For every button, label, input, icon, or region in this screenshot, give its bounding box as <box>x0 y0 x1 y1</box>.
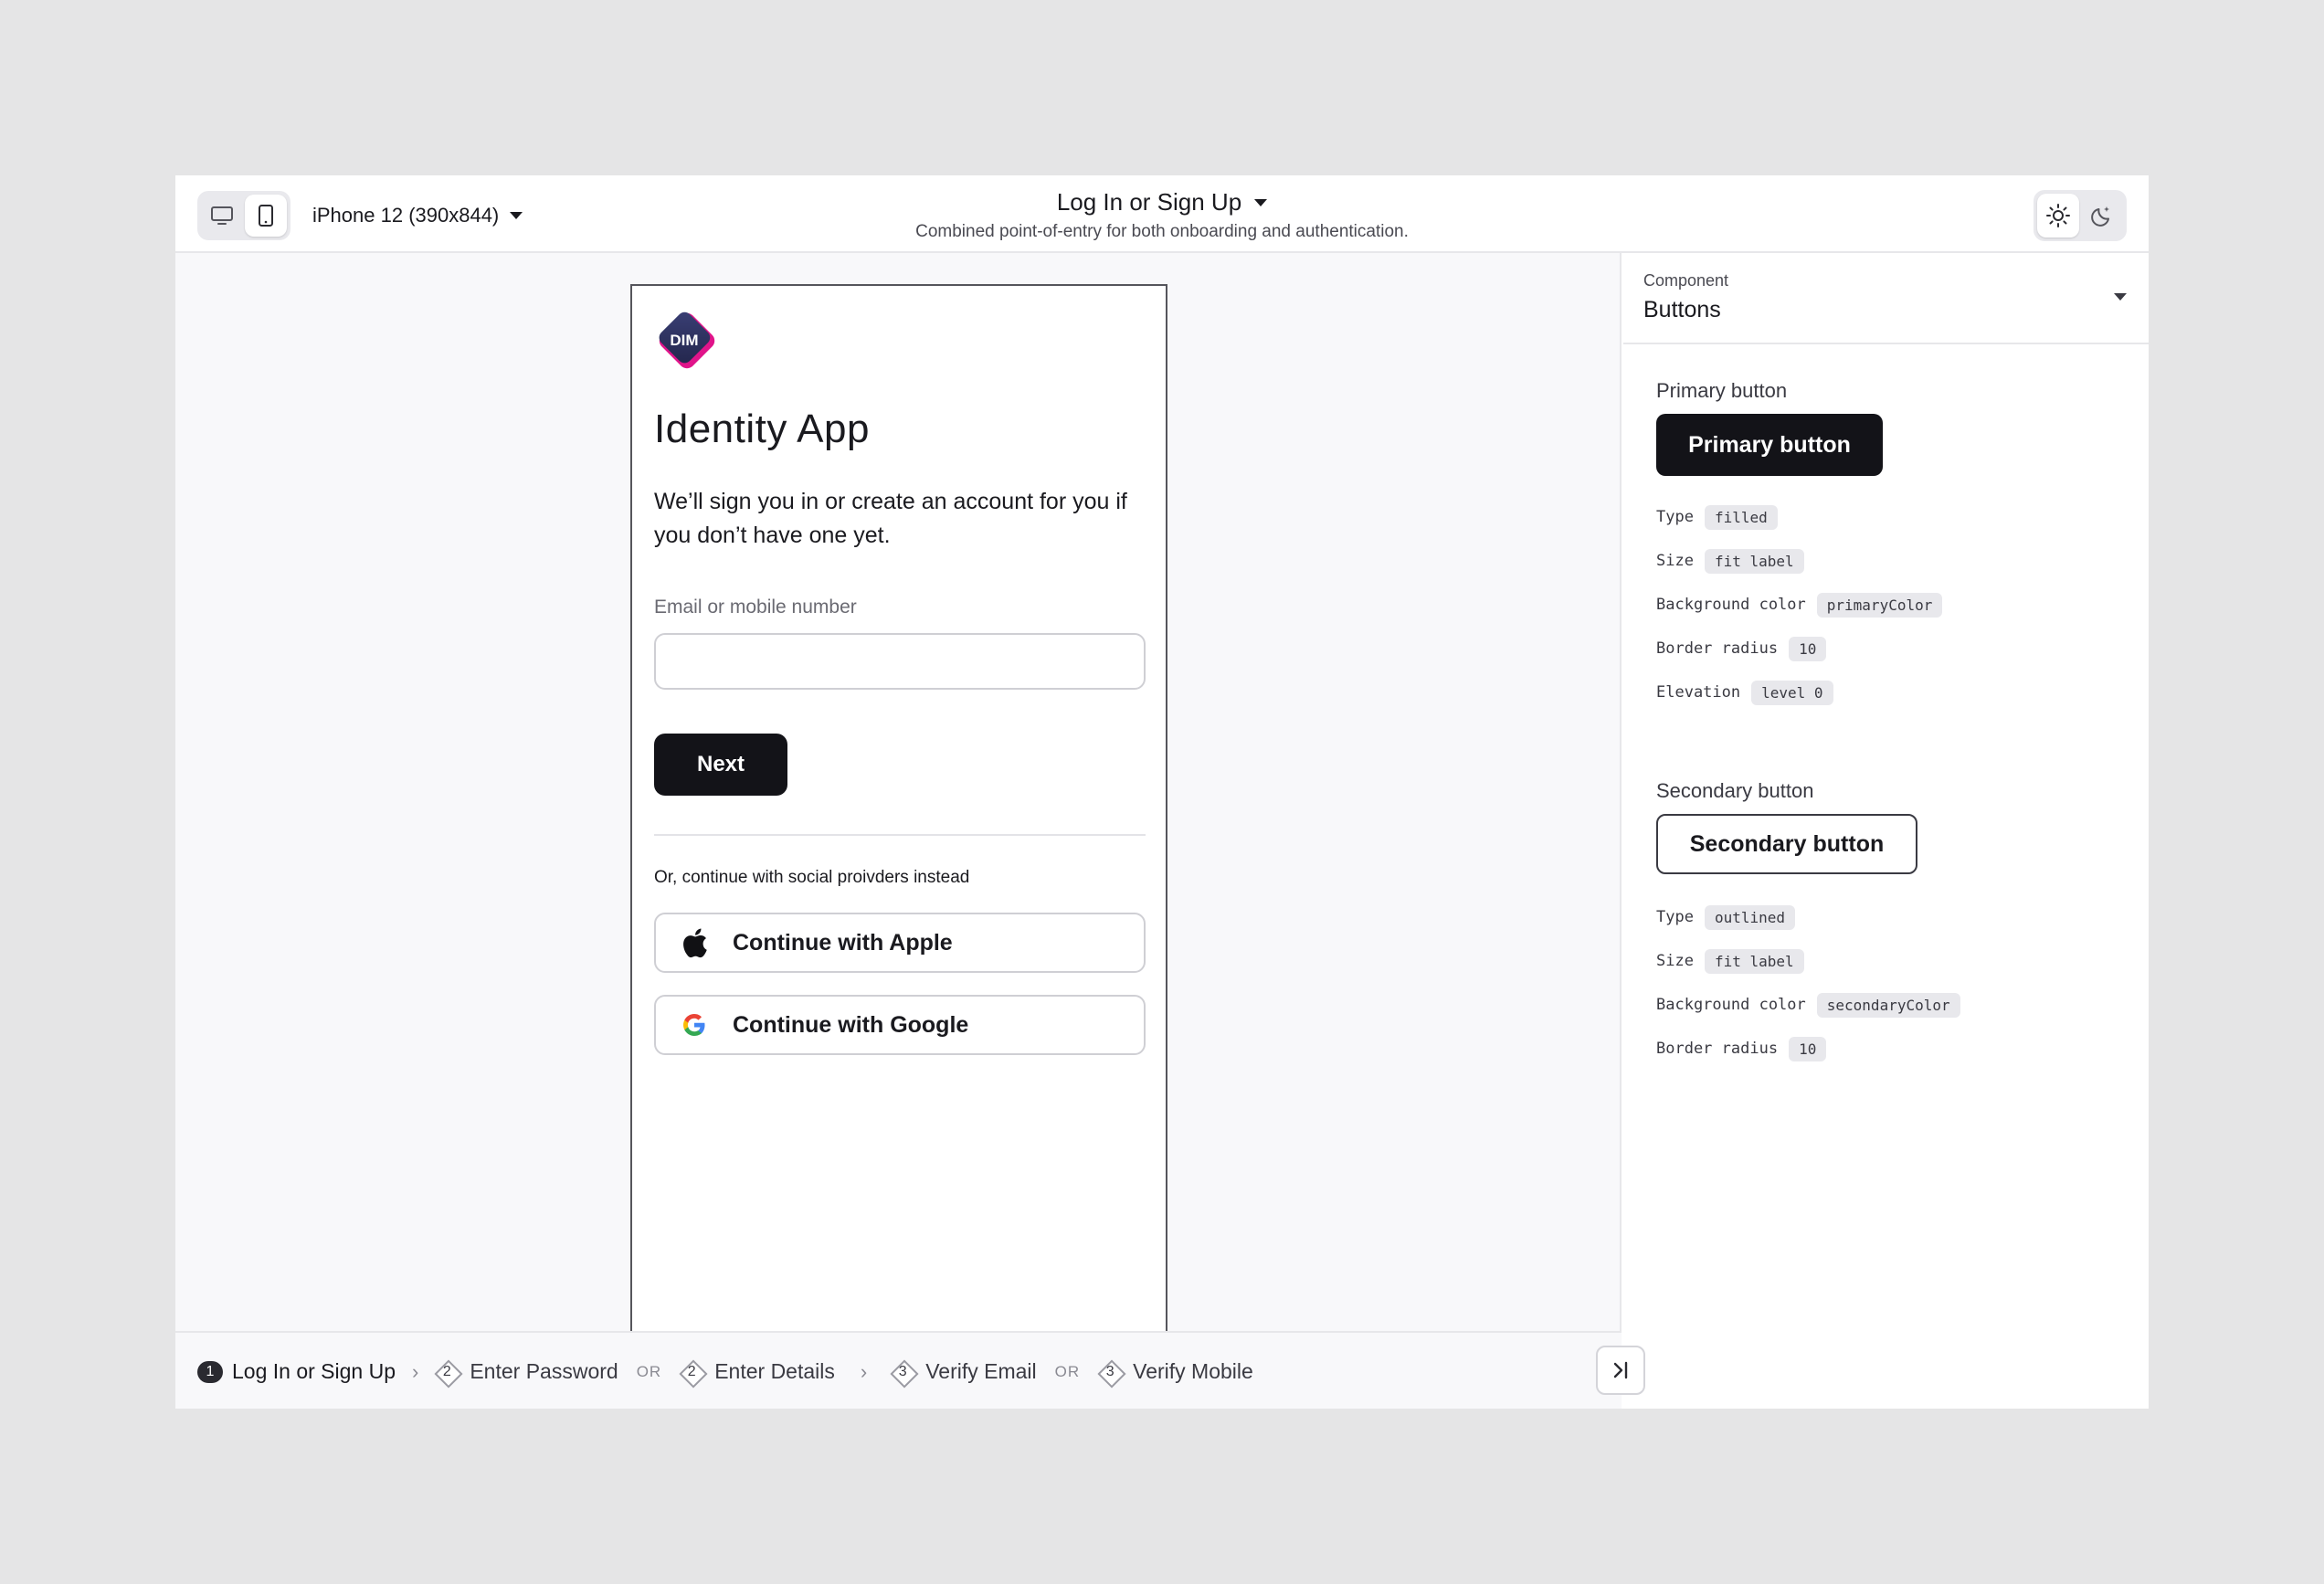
top-bar: iPhone 12 (390x844) Log In or Sign Up Co… <box>175 175 2149 253</box>
light-mode-button[interactable] <box>2037 194 2079 238</box>
continue-with-apple-button[interactable]: Continue with Apple <box>654 913 1146 973</box>
component-select-value: Buttons <box>1643 297 1721 322</box>
collapse-panel-button[interactable] <box>1596 1346 1645 1395</box>
step-number: 2 <box>687 1363 696 1379</box>
prop-value-chip: fit label <box>1704 548 1804 574</box>
step-number-badge: 1 <box>197 1360 223 1383</box>
step-label: Verify Email <box>925 1359 1037 1383</box>
primary-button-demo[interactable]: Primary button <box>1656 414 1883 476</box>
chevron-right-icon: › <box>860 1359 868 1383</box>
chevron-down-icon <box>1254 198 1268 206</box>
email-field-label: Email or mobile number <box>654 597 857 618</box>
prop-key: Elevation <box>1656 683 1741 702</box>
prop-key: Size <box>1656 952 1694 970</box>
step-number-badge: 2 <box>433 1358 460 1386</box>
step-or-separator: OR <box>636 1362 662 1380</box>
prop-row: Background color primaryColor <box>1656 591 1943 618</box>
component-select[interactable]: Component Buttons <box>1623 253 2149 344</box>
chevron-down-icon <box>2114 293 2127 301</box>
inspector-panel: Component Buttons Primary button Primary… <box>1623 253 2149 1409</box>
divider <box>654 834 1146 836</box>
preview-canvas: DIM Identity App We’ll sign you in or cr… <box>175 253 1622 1409</box>
step-enter-details[interactable]: 2 Enter Details <box>678 1358 835 1386</box>
prop-key: Type <box>1656 508 1694 526</box>
prop-row: Background color secondaryColor <box>1656 991 1960 1019</box>
component-select-label: Component <box>1643 271 1729 290</box>
prop-row: Border radius 10 <box>1656 1035 1827 1062</box>
step-label: Enter Password <box>470 1359 618 1383</box>
google-button-label: Continue with Google <box>733 1011 969 1038</box>
app-window: iPhone 12 (390x844) Log In or Sign Up Co… <box>175 175 2149 1409</box>
screen-title: Log In or Sign Up <box>1056 188 1242 216</box>
step-number: 3 <box>1105 1363 1114 1379</box>
collapse-right-icon <box>1613 1361 1628 1379</box>
screen-title-block: Log In or Sign Up Combined point-of-entr… <box>175 188 2149 242</box>
step-number: 2 <box>442 1363 451 1379</box>
prop-key: Background color <box>1656 596 1806 614</box>
secondary-section-title: Secondary button <box>1656 779 1814 802</box>
step-verify-email[interactable]: 3 Verify Email <box>889 1358 1037 1386</box>
prop-value-chip: 10 <box>1789 1036 1827 1061</box>
step-verify-mobile[interactable]: 3 Verify Mobile <box>1096 1358 1253 1386</box>
prop-value-chip: 10 <box>1789 636 1827 661</box>
flow-step-bar: 1 Log In or Sign Up › 2 Enter Password O… <box>175 1331 1622 1409</box>
app-title: Identity App <box>654 407 870 451</box>
prop-row: Elevation level 0 <box>1656 679 1833 706</box>
step-label: Verify Mobile <box>1133 1359 1253 1383</box>
app-logo: DIM <box>659 312 715 369</box>
flow-steps: 1 Log In or Sign Up › 2 Enter Password O… <box>197 1333 1253 1410</box>
prop-value-chip: primaryColor <box>1816 592 1943 618</box>
prop-value-chip: filled <box>1704 504 1778 530</box>
step-number: 3 <box>898 1363 907 1379</box>
prop-row: Size fit label <box>1656 547 1804 575</box>
continue-with-google-button[interactable]: Continue with Google <box>654 995 1146 1055</box>
primary-section-title: Primary button <box>1656 379 1788 402</box>
step-enter-password[interactable]: 2 Enter Password <box>433 1358 618 1386</box>
secondary-button-demo[interactable]: Secondary button <box>1656 814 1917 874</box>
prop-key: Border radius <box>1656 1040 1779 1058</box>
dark-mode-button[interactable] <box>2081 194 2123 238</box>
step-number-badge: 2 <box>678 1358 705 1386</box>
next-button[interactable]: Next <box>654 734 787 796</box>
prop-value-chip: secondaryColor <box>1816 992 1960 1018</box>
screen-subtitle: Combined point-of-entry for both onboard… <box>915 222 1409 241</box>
social-caption: Or, continue with social proivders inste… <box>654 868 970 887</box>
step-or-separator: OR <box>1054 1362 1081 1380</box>
apple-button-label: Continue with Apple <box>733 929 953 956</box>
prop-row: Type outlined <box>1656 903 1796 931</box>
email-field[interactable] <box>654 633 1146 690</box>
logo-text: DIM <box>670 332 698 349</box>
apple-icon <box>678 926 711 959</box>
chevron-right-icon: › <box>412 1359 419 1383</box>
step-log-in-or-sign-up[interactable]: 1 Log In or Sign Up <box>197 1359 396 1384</box>
prop-value-chip: level 0 <box>1751 680 1833 705</box>
prop-key: Type <box>1656 908 1694 926</box>
prop-value-chip: outlined <box>1704 904 1796 930</box>
step-label: Enter Details <box>714 1359 835 1383</box>
prop-key: Background color <box>1656 996 1806 1014</box>
screen-select[interactable]: Log In or Sign Up <box>1056 188 1268 216</box>
step-label: Log In or Sign Up <box>232 1359 396 1383</box>
prop-key: Border radius <box>1656 639 1779 658</box>
sun-icon <box>2046 204 2070 227</box>
prop-row: Size fit label <box>1656 947 1804 975</box>
prop-key: Size <box>1656 552 1694 570</box>
moon-icon <box>2091 206 2109 227</box>
theme-toggle <box>2034 190 2127 241</box>
prop-value-chip: fit label <box>1704 948 1804 974</box>
google-icon <box>678 1008 711 1041</box>
prop-row: Border radius 10 <box>1656 635 1827 662</box>
app-description: We’ll sign you in or create an account f… <box>654 489 1127 548</box>
step-number-badge: 3 <box>1096 1358 1124 1386</box>
phone-frame: DIM Identity App We’ll sign you in or cr… <box>630 284 1167 1333</box>
prop-row: Type filled <box>1656 503 1778 531</box>
step-number-badge: 3 <box>889 1358 916 1386</box>
